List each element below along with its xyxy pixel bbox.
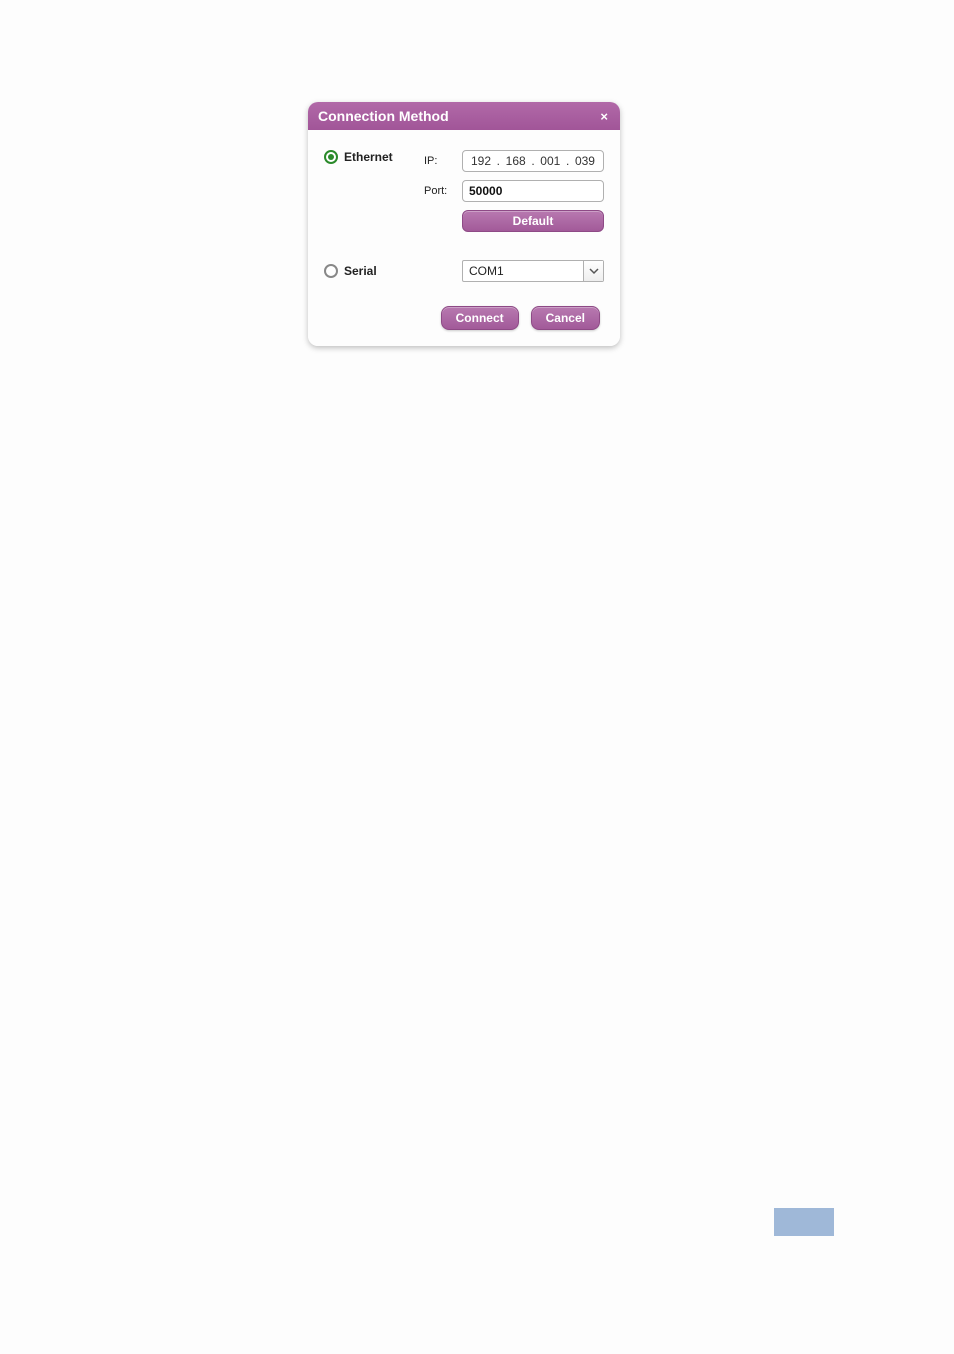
dialog-footer: Connect Cancel — [324, 306, 604, 330]
connect-button[interactable]: Connect — [441, 306, 519, 330]
ip-dot: . — [495, 154, 502, 168]
serial-row: Serial COM1 — [324, 260, 604, 282]
default-button-wrap: Default — [462, 210, 604, 232]
com-port-select[interactable]: COM1 — [462, 260, 604, 282]
serial-radio[interactable]: Serial — [324, 264, 424, 278]
ip-label: IP: — [424, 155, 452, 167]
default-button[interactable]: Default — [462, 210, 604, 232]
close-icon[interactable]: × — [598, 109, 610, 124]
ip-dot: . — [529, 154, 536, 168]
ip-row: IP: 192 . 168 . 001 . 039 — [424, 150, 604, 172]
ip-octet-2[interactable]: 168 — [504, 154, 528, 168]
chevron-down-icon — [583, 261, 603, 281]
port-row: Port: 50000 — [424, 180, 604, 202]
ethernet-radio[interactable]: Ethernet — [324, 150, 424, 164]
ip-octet-3[interactable]: 001 — [538, 154, 562, 168]
radio-icon-unselected — [324, 264, 338, 278]
port-label: Port: — [424, 185, 452, 197]
ethernet-row: Ethernet IP: 192 . 168 . 001 . 039 — [324, 150, 604, 232]
page-corner-accent — [774, 1208, 834, 1236]
ethernet-label: Ethernet — [344, 150, 393, 164]
ethernet-fields: IP: 192 . 168 . 001 . 039 Port: 50000 — [424, 150, 604, 232]
dialog-titlebar: Connection Method × — [308, 102, 620, 130]
serial-label: Serial — [344, 264, 377, 278]
ip-octet-4[interactable]: 039 — [573, 154, 597, 168]
radio-dot-icon — [328, 154, 334, 160]
com-port-value: COM1 — [463, 261, 583, 281]
dialog-body: Ethernet IP: 192 . 168 . 001 . 039 — [308, 130, 620, 346]
ip-octet-1[interactable]: 192 — [469, 154, 493, 168]
ip-dot: . — [564, 154, 571, 168]
cancel-button[interactable]: Cancel — [531, 306, 600, 330]
radio-icon-selected — [324, 150, 338, 164]
port-input[interactable]: 50000 — [462, 180, 604, 202]
dialog-title: Connection Method — [318, 108, 449, 124]
ip-input[interactable]: 192 . 168 . 001 . 039 — [462, 150, 604, 172]
connection-method-dialog: Connection Method × Ethernet IP: 192 . 1… — [308, 102, 620, 346]
